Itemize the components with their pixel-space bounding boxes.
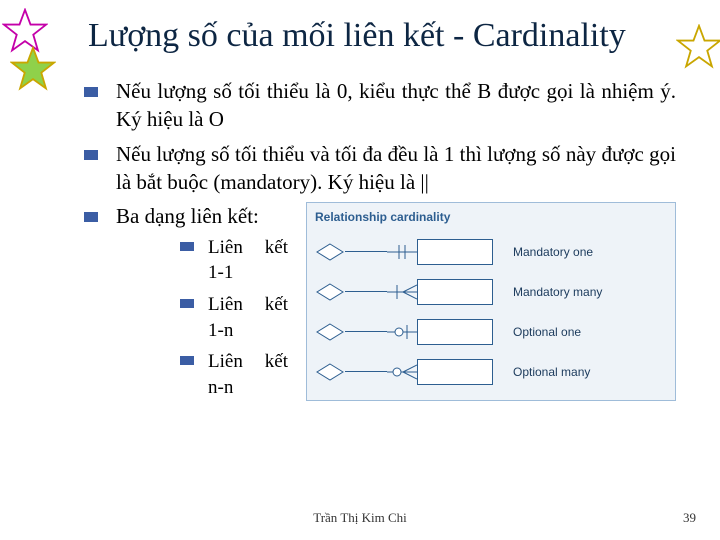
slide-title: Lượng số của mối liên kết - Cardinality <box>88 16 676 55</box>
entity-box <box>417 239 493 265</box>
cardinality-diagram: Relationship cardinality Mandatory one <box>306 202 676 400</box>
list-item: Nếu lượng số tối thiểu và tối đa đều là … <box>84 140 676 197</box>
list-item: Liên kết n-n <box>180 349 288 400</box>
bullet-label: Ba dạng liên kết: <box>116 204 259 228</box>
connector-line <box>345 291 387 292</box>
optional-many-icon <box>387 362 417 382</box>
diagram-row: Optional many <box>315 352 667 392</box>
connector-line <box>345 331 387 332</box>
footer-author: Trần Thị Kim Chi <box>313 510 407 526</box>
relationship-diamond-icon <box>315 242 345 262</box>
relationship-diamond-icon <box>315 362 345 382</box>
diagram-row: Mandatory one <box>315 232 667 272</box>
relationship-diamond-icon <box>315 282 345 302</box>
bullet-text: Nếu lượng số tối thiểu và tối đa đều là … <box>116 140 676 197</box>
entity-box <box>417 319 493 345</box>
connector-line <box>345 371 387 372</box>
list-item: Liên kết 1-n <box>180 292 288 343</box>
star-decoration-icon <box>676 24 720 70</box>
footer-page-number: 39 <box>683 510 696 526</box>
slide: Lượng số của mối liên kết - Cardinality … <box>0 0 720 540</box>
mandatory-one-icon <box>387 242 417 262</box>
sub-bullet-text: Liên kết n-n <box>208 349 288 400</box>
diagram-label: Mandatory one <box>513 244 593 260</box>
diagram-label: Mandatory many <box>513 284 602 300</box>
entity-box <box>417 279 493 305</box>
slide-body: Nếu lượng số tối thiểu là 0, kiểu thực t… <box>84 77 676 407</box>
diagram-label: Optional many <box>513 364 590 380</box>
bullet-icon <box>84 150 98 160</box>
diagram-row: Optional one <box>315 312 667 352</box>
bullet-icon <box>180 242 194 251</box>
optional-one-icon <box>387 322 417 342</box>
entity-box <box>417 359 493 385</box>
list-item: Liên kết 1-1 <box>180 235 288 286</box>
list-item: Ba dạng liên kết: Liên kết 1-1 Liên kết … <box>84 202 676 406</box>
bullet-icon <box>180 299 194 308</box>
bullet-icon <box>84 87 98 97</box>
bullet-icon <box>180 356 194 365</box>
diagram-label: Optional one <box>513 324 581 340</box>
bullet-icon <box>84 212 98 222</box>
connector-line <box>345 251 387 252</box>
bullet-text: Nếu lượng số tối thiểu là 0, kiểu thực t… <box>116 77 676 134</box>
sub-bullet-text: Liên kết 1-n <box>208 292 288 343</box>
star-decoration-icon <box>10 46 56 92</box>
relationship-diamond-icon <box>315 322 345 342</box>
diagram-row: Mandatory many <box>315 272 667 312</box>
mandatory-many-icon <box>387 282 417 302</box>
list-item: Nếu lượng số tối thiểu là 0, kiểu thực t… <box>84 77 676 134</box>
diagram-title: Relationship cardinality <box>315 209 667 225</box>
sub-bullet-text: Liên kết 1-1 <box>208 235 288 286</box>
bullet-text: Ba dạng liên kết: Liên kết 1-1 Liên kết … <box>116 202 676 406</box>
